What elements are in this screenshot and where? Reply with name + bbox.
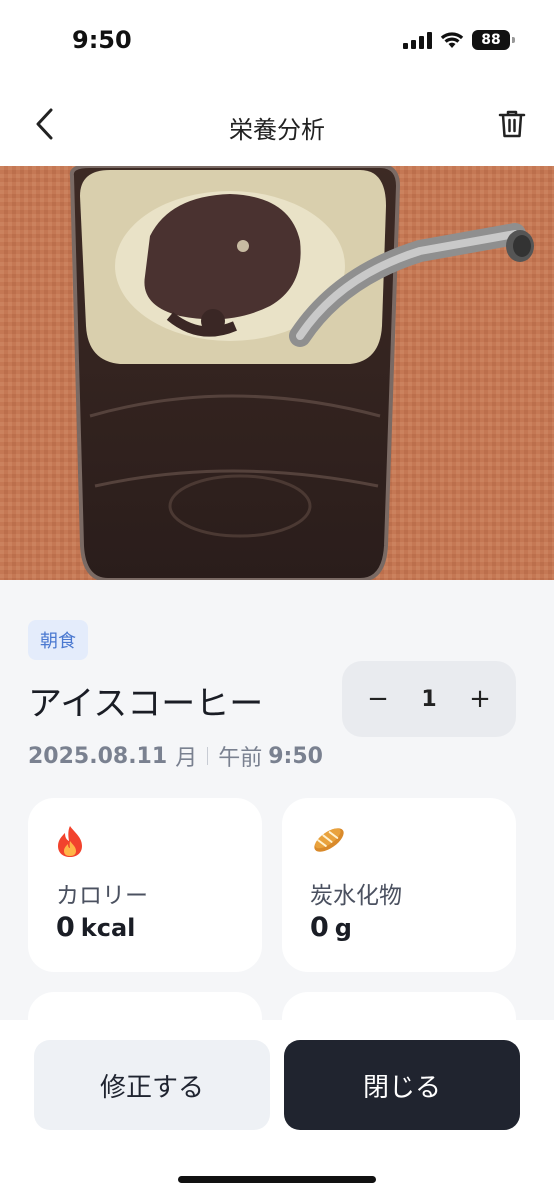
meal-datetime: 2025.08.11 月 午前 9:50 <box>28 740 323 772</box>
close-button[interactable]: 閉じる <box>284 1040 520 1130</box>
trash-icon <box>498 110 526 138</box>
battery-icon: 88 <box>472 30 515 50</box>
meal-type-badge: 朝食 <box>28 620 88 660</box>
meal-date: 2025.08.11 <box>28 743 168 769</box>
delete-button[interactable] <box>492 104 532 144</box>
nutrient-value: 0g <box>310 912 352 943</box>
nutrient-label: カロリー <box>56 883 148 909</box>
quantity-stepper: − 1 + <box>342 661 516 737</box>
home-indicator <box>178 1176 376 1183</box>
meal-time: 9:50 <box>268 743 323 769</box>
divider <box>207 747 209 765</box>
edit-button[interactable]: 修正する <box>34 1040 270 1130</box>
nutrient-number: 0 <box>310 912 329 943</box>
quantity-value: 1 <box>421 686 437 712</box>
nutrient-unit: g <box>334 914 352 942</box>
food-photo <box>0 166 554 580</box>
meal-weekday: 月 <box>175 746 198 771</box>
cellular-signal-icon <box>403 31 432 49</box>
nutrient-number: 0 <box>56 912 75 943</box>
meal-ampm: 午前 <box>218 746 263 771</box>
nav-bar: 栄養分析 <box>0 84 554 166</box>
status-icons: 88 <box>403 30 515 50</box>
wifi-icon <box>440 32 464 48</box>
decrease-button[interactable]: − <box>364 684 392 714</box>
increase-button[interactable]: + <box>466 684 494 714</box>
bottom-action-bar: 修正する 閉じる <box>0 1020 554 1199</box>
bread-icon <box>314 828 344 852</box>
fire-icon <box>58 826 82 857</box>
nutrient-value: 0 kcal <box>56 912 135 943</box>
food-name: アイスコーヒー <box>28 684 264 724</box>
nutrient-label: 炭水化物 <box>310 883 402 909</box>
status-bar: 9:50 88 <box>0 0 554 84</box>
status-time: 9:50 <box>72 26 132 54</box>
page-title: 栄養分析 <box>229 116 325 144</box>
nutrient-unit: kcal <box>80 914 136 942</box>
